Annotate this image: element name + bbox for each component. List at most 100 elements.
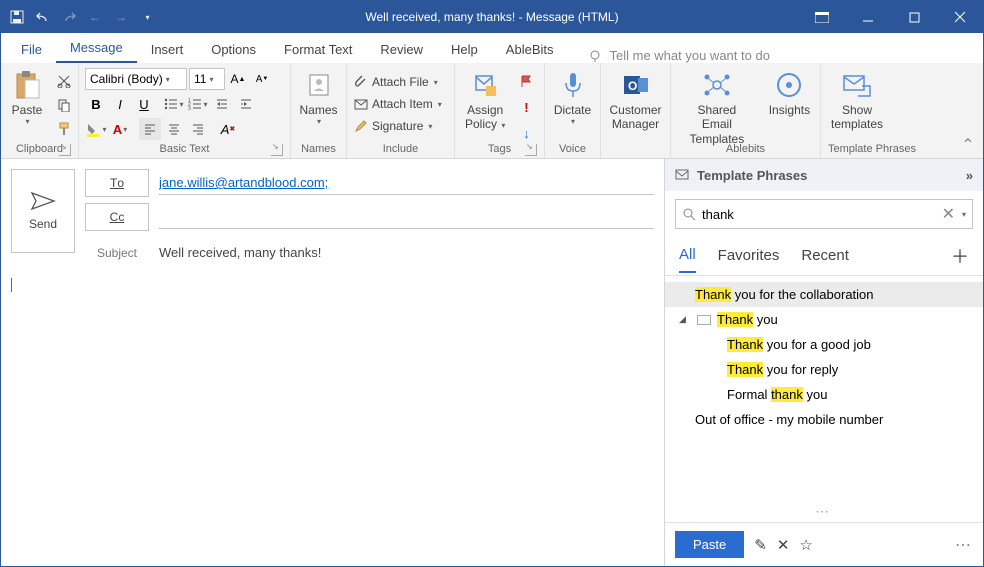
basic-text-dialog-launcher[interactable]: [271, 144, 283, 156]
pane-expand-icon[interactable]: »: [966, 168, 973, 183]
ribbon-group-ablebits: Shared EmailTemplates Insights Ablebits: [671, 63, 821, 158]
template-phrases-pane: Template Phrases » ✕ ▾ All Favorites Rec…: [664, 159, 983, 566]
message-body[interactable]: [11, 278, 12, 292]
send-button[interactable]: Send: [11, 169, 75, 253]
align-left-icon[interactable]: [139, 118, 161, 140]
underline-icon[interactable]: U: [133, 93, 155, 115]
bold-icon[interactable]: B: [85, 93, 107, 115]
clear-formatting-icon[interactable]: A✖: [217, 118, 239, 140]
redo-icon[interactable]: [61, 9, 77, 25]
search-input[interactable]: [702, 207, 936, 222]
undo-icon[interactable]: [35, 9, 51, 25]
cc-button[interactable]: Cc: [85, 203, 149, 231]
qat-dropdown-icon[interactable]: ▾: [139, 9, 155, 25]
attach-item-button[interactable]: Attach Item▾: [351, 94, 445, 114]
highlight-color-icon[interactable]: ▾: [85, 118, 107, 140]
show-templates-button[interactable]: Showtemplates: [825, 66, 889, 132]
delete-icon[interactable]: ✕: [777, 536, 790, 554]
copy-icon[interactable]: [53, 94, 75, 116]
list-item[interactable]: Formal thank you: [665, 382, 983, 407]
paste-icon: [11, 69, 43, 101]
shared-email-templates-button[interactable]: Shared EmailTemplates: [675, 66, 759, 146]
clipboard-dialog-launcher[interactable]: [59, 144, 71, 156]
list-item[interactable]: Thank you for reply: [665, 357, 983, 382]
tab-options[interactable]: Options: [197, 36, 270, 63]
star-icon[interactable]: ☆: [799, 536, 812, 554]
pane-resize-grip[interactable]: ⋯: [665, 501, 983, 522]
font-color-icon[interactable]: A▾: [109, 118, 131, 140]
dictate-button[interactable]: Dictate ▾: [549, 66, 596, 126]
cut-icon[interactable]: [53, 70, 75, 92]
tab-help[interactable]: Help: [437, 36, 492, 63]
list-item[interactable]: Out of office - my mobile number: [665, 407, 983, 432]
tell-me-search[interactable]: Tell me what you want to do: [588, 48, 770, 63]
tab-review[interactable]: Review: [366, 36, 437, 63]
low-importance-icon[interactable]: ↓: [515, 122, 537, 144]
assign-policy-button[interactable]: AssignPolicy ▾: [459, 66, 511, 132]
ribbon-group-names: Names ▾ Names: [291, 63, 347, 158]
titlebar: ← → ▾ Well received, many thanks! - Mess…: [1, 1, 983, 33]
compose-area: Send To Cc Subject: [1, 159, 664, 566]
collapse-ribbon-icon[interactable]: ⌃: [959, 136, 977, 154]
italic-icon[interactable]: I: [109, 93, 131, 115]
edit-icon[interactable]: ✎: [754, 536, 767, 554]
font-family-select[interactable]: Calibri (Body)▾: [85, 68, 187, 90]
bullets-icon[interactable]: ▾: [163, 93, 185, 115]
network-icon: [701, 69, 733, 101]
paste-button[interactable]: Paste ▾: [5, 66, 49, 126]
tab-format-text[interactable]: Format Text: [270, 36, 366, 63]
pane-tab-favorites[interactable]: Favorites: [718, 247, 780, 272]
numbering-icon[interactable]: 123▾: [187, 93, 209, 115]
paste-template-button[interactable]: Paste: [675, 531, 744, 558]
increase-indent-icon[interactable]: [235, 93, 257, 115]
tab-file[interactable]: File: [7, 36, 56, 63]
grow-font-icon[interactable]: A▲: [227, 68, 249, 90]
decrease-indent-icon[interactable]: [211, 93, 233, 115]
pane-search-box[interactable]: ✕ ▾: [675, 199, 973, 229]
ribbon-display-icon[interactable]: [799, 1, 845, 33]
more-options-icon[interactable]: ⋯: [955, 535, 973, 555]
list-item[interactable]: Thank you for a good job: [665, 332, 983, 357]
chevron-down-icon: ▾: [317, 117, 321, 126]
customer-manager-button[interactable]: O CustomerManager: [605, 66, 666, 132]
shrink-font-icon[interactable]: A▼: [251, 68, 273, 90]
align-right-icon[interactable]: [187, 118, 209, 140]
align-center-icon[interactable]: [163, 118, 185, 140]
to-field[interactable]: [159, 171, 654, 195]
signature-button[interactable]: Signature▾: [351, 116, 435, 136]
flag-icon[interactable]: [515, 70, 537, 92]
pane-tab-all[interactable]: All: [679, 246, 696, 273]
attach-file-button[interactable]: Attach File▾: [351, 72, 441, 92]
collapse-icon[interactable]: ◢: [679, 314, 691, 325]
minimize-button[interactable]: [845, 1, 891, 33]
search-dropdown-icon[interactable]: ▾: [962, 210, 966, 219]
list-item[interactable]: Thank you for the collaboration: [665, 282, 983, 307]
tags-dialog-launcher[interactable]: [525, 144, 537, 156]
outlook-icon: O: [620, 69, 652, 101]
list-item-folder[interactable]: ◢ Thank you: [665, 307, 983, 332]
pane-tab-recent[interactable]: Recent: [801, 247, 849, 272]
insights-icon: [773, 69, 805, 101]
tab-ablebits[interactable]: AbleBits: [492, 36, 568, 63]
subject-field[interactable]: [159, 241, 654, 264]
folder-icon: [697, 315, 711, 325]
insights-button[interactable]: Insights: [763, 66, 816, 117]
names-button[interactable]: Names ▾: [295, 66, 342, 126]
save-icon[interactable]: [9, 9, 25, 25]
high-importance-icon[interactable]: !: [515, 96, 537, 118]
clear-search-icon[interactable]: ✕: [942, 204, 955, 224]
tab-insert[interactable]: Insert: [137, 36, 198, 63]
tab-message[interactable]: Message: [56, 34, 137, 63]
cc-field[interactable]: [159, 205, 654, 229]
add-template-button[interactable]: ＋: [951, 243, 969, 275]
font-size-select[interactable]: 11▾: [189, 68, 225, 90]
ribbon-group-tags: AssignPolicy ▾ ! ↓ Tags: [455, 63, 545, 158]
forward-icon: →: [113, 9, 129, 25]
svg-text:O: O: [628, 79, 637, 93]
close-button[interactable]: [937, 1, 983, 33]
envelope-icon: [354, 98, 368, 110]
ribbon-group-template-phrases: Showtemplates Template Phrases: [821, 63, 923, 158]
maximize-button[interactable]: [891, 1, 937, 33]
format-painter-icon[interactable]: [53, 118, 75, 140]
to-button[interactable]: To: [85, 169, 149, 197]
